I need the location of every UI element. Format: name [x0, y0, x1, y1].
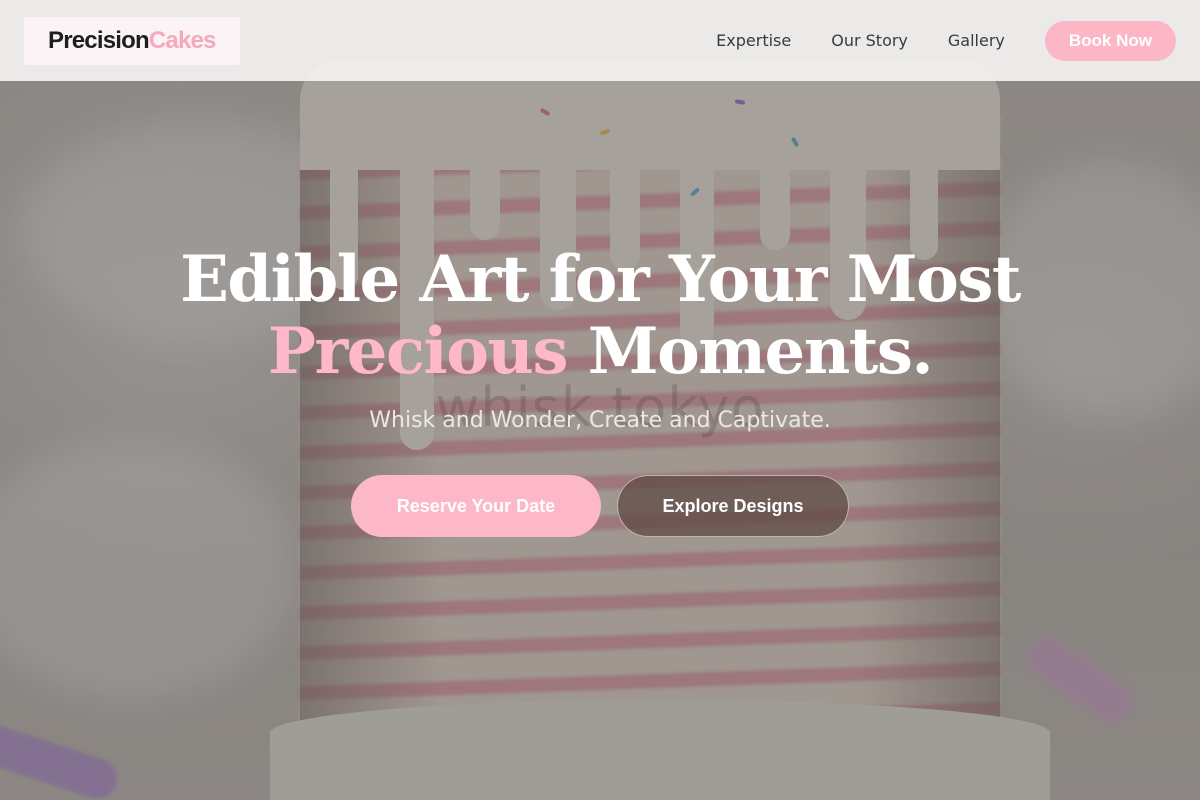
hero-subtitle: Whisk and Wonder, Create and Captivate.	[369, 408, 831, 433]
logo-text-primary: Precision	[48, 26, 150, 54]
hero-title: Edible Art for Your Most Precious Moment…	[0, 244, 1200, 388]
hero-title-line1: Edible Art for Your Most	[180, 242, 1021, 317]
logo-text-accent: Cakes	[148, 26, 217, 54]
explore-designs-button[interactable]: Explore Designs	[617, 475, 849, 537]
book-now-button[interactable]: Book Now	[1044, 20, 1176, 61]
hero-title-rest: Moments.	[587, 314, 934, 389]
site-header: Precision Cakes Expertise Our Story Galle…	[0, 0, 1200, 81]
hero-cta-row: Reserve Your Date Explore Designs	[0, 475, 1200, 537]
hero-title-accent: Precious	[267, 314, 569, 389]
hero-section: Edible Art for Your Most Precious Moment…	[0, 244, 1200, 537]
nav-link-gallery[interactable]: Gallery	[948, 31, 1005, 50]
brand-logo[interactable]: Precision Cakes	[24, 16, 240, 65]
main-nav: Expertise Our Story Gallery Book Now	[676, 20, 1176, 61]
nav-link-expertise[interactable]: Expertise	[716, 31, 791, 50]
reserve-date-button[interactable]: Reserve Your Date	[351, 475, 601, 537]
nav-link-our-story[interactable]: Our Story	[831, 31, 908, 50]
